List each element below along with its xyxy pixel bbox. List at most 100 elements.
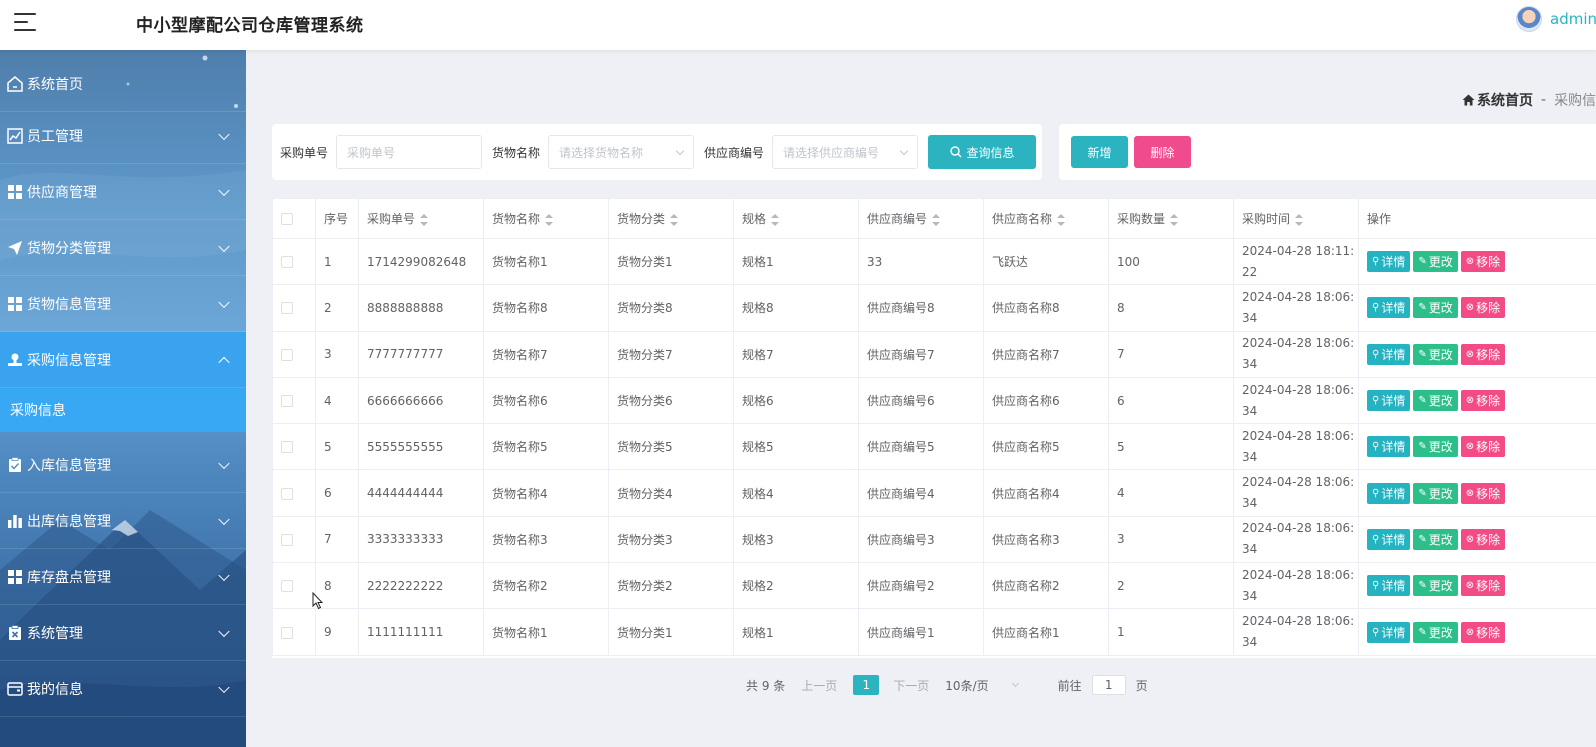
table-cell: 货物名称7 [483,330,609,378]
row-checkbox[interactable] [281,487,293,500]
remove-button[interactable]: ⊗ 移除 [1460,575,1506,597]
top-header: 中小型摩配公司仓库管理系统 admin [0,0,1596,50]
remove-button[interactable]: ⊗ 移除 [1460,482,1506,504]
remove-button[interactable]: ⊗ 移除 [1460,390,1506,412]
sidebar-item-my-info[interactable]: 我的信息 [0,661,246,717]
delete-button[interactable]: 删除 [1134,136,1191,168]
edit-button[interactable]: ✎ 更改 [1413,436,1458,458]
detail-button[interactable]: ⚲ 详情 [1367,436,1411,458]
table-cell: 100 [1108,237,1234,286]
add-button[interactable]: 新增 [1071,136,1128,168]
page-number-button[interactable]: 1 [853,675,880,695]
time-line: 22 [1242,264,1258,279]
sidebar-item-staff[interactable]: 员工管理 [0,108,246,164]
sidebar-item-label: 货物分类管理 [27,240,111,257]
sidebar-item-supplier[interactable]: 供应商管理 [0,164,246,220]
detail-button[interactable]: ⚲ 详情 [1367,621,1411,643]
table-row: 1 1714299082648 货物名称1 货物分类1 规格1 33 飞跃达 100 2024-… [272,237,1596,286]
remove-button[interactable]: ⊗ 移除 [1460,528,1506,550]
column-header[interactable]: 供应商名称 [983,198,1109,239]
sort-icon[interactable] [932,213,941,226]
row-checkbox[interactable] [281,533,293,546]
remove-button[interactable]: ⊗ 移除 [1460,297,1506,319]
row-checkbox[interactable] [281,348,293,361]
column-header-label: 货物名称 [492,212,541,226]
detail-label: 详情 [1381,532,1406,547]
edit-button[interactable]: ✎ 更改 [1413,528,1458,550]
row-select-cell [272,562,316,610]
detail-button[interactable]: ⚲ 详情 [1367,482,1411,504]
select-all-checkbox[interactable] [281,213,293,225]
avatar[interactable] [1516,6,1542,32]
sidebar-item-purchase[interactable]: 采购信息管理 [0,332,246,388]
sidebar-item-home[interactable]: 系统首页 [0,56,246,112]
query-button[interactable]: 查询信息 [928,135,1037,169]
sort-icon[interactable] [771,213,780,226]
prev-page-button[interactable]: 上一页 [801,677,837,694]
remove-circle-icon: ⊗ [1465,626,1475,638]
detail-button[interactable]: ⚲ 详情 [1367,343,1411,365]
column-header[interactable]: 规格 [733,198,859,239]
sidebar-item-inventory[interactable]: 库存盘点管理 [0,549,246,605]
column-header[interactable]: 采购时间 [1233,198,1359,239]
goto-page-input[interactable]: 1 [1091,675,1126,695]
sort-icon[interactable] [545,213,554,226]
detail-button[interactable]: ⚲ 详情 [1367,297,1411,319]
page-size-select[interactable]: 10条/页 [945,677,1019,694]
edit-button[interactable]: ✎ 更改 [1413,575,1458,597]
menu-toggle-icon[interactable] [14,11,36,33]
sort-icon[interactable] [1170,213,1179,226]
edit-button[interactable]: ✎ 更改 [1413,390,1458,412]
row-checkbox[interactable] [281,395,293,408]
row-checkbox[interactable] [281,256,293,269]
sort-icon[interactable] [1295,213,1304,226]
sidebar-item-outbound[interactable]: 出库信息管理 [0,493,246,549]
search-panel: 采购单号 采购单号 货物名称 请选择货物名称 供应商编号 请选择供应商编号 查询… [272,124,1042,180]
search-icon: ⚲ [1372,256,1380,268]
purchase-no-input[interactable]: 采购单号 [336,135,483,169]
edit-button[interactable]: ✎ 更改 [1413,297,1458,319]
remove-button[interactable]: ⊗ 移除 [1460,436,1506,458]
username[interactable]: admin [1550,10,1596,28]
sort-icon[interactable] [1057,213,1066,226]
edit-button[interactable]: ✎ 更改 [1413,621,1458,643]
column-header[interactable]: 采购单号 [358,198,484,239]
detail-button[interactable]: ⚲ 详情 [1367,390,1411,412]
detail-button[interactable]: ⚲ 详情 [1367,575,1411,597]
sidebar-item-inbound[interactable]: 入库信息管理 [0,437,246,493]
remove-button[interactable]: ⊗ 移除 [1460,251,1506,273]
row-checkbox[interactable] [281,580,293,593]
column-header[interactable]: 供应商编号 [858,198,984,239]
edit-button[interactable]: ✎ 更改 [1413,482,1458,504]
supplier-no-select[interactable]: 请选择供应商编号 [772,135,919,169]
detail-button[interactable]: ⚲ 详情 [1367,528,1411,550]
row-checkbox[interactable] [281,441,293,454]
sidebar-item-goods-info[interactable]: 货物信息管理 [0,276,246,332]
sort-icon[interactable] [670,213,679,226]
goods-name-select[interactable]: 请选择货物名称 [548,135,695,169]
column-header-label: 采购时间 [1242,212,1291,226]
breadcrumb-home[interactable]: 系统首页 [1462,90,1533,110]
sidebar-item-system[interactable]: 系统管理 [0,605,246,661]
edit-button[interactable]: ✎ 更改 [1413,251,1458,273]
remove-button[interactable]: ⊗ 移除 [1460,343,1506,365]
table-cell: 供应商名称5 [983,423,1109,471]
column-header[interactable]: 货物名称 [483,198,609,239]
sort-icon[interactable] [420,213,429,226]
row-checkbox[interactable] [281,302,293,315]
next-page-button[interactable]: 下一页 [893,677,929,694]
time-line: 34 [1242,635,1258,650]
user-menu[interactable]: admin [1516,6,1596,32]
row-checkbox[interactable] [281,626,293,639]
column-header[interactable]: 货物分类 [608,198,734,239]
submenu-item-purchase-info[interactable]: 采购信息 [0,388,246,432]
sidebar-item-goods-category[interactable]: 货物分类管理 [0,220,246,276]
chevron-down-icon [218,184,230,196]
column-header-label: 供应商名称 [992,212,1053,226]
detail-button[interactable]: ⚲ 详情 [1367,251,1411,273]
time-line: 2024-04-28 18:06: [1242,475,1355,490]
edit-button[interactable]: ✎ 更改 [1413,343,1458,365]
column-header[interactable]: 采购数量 [1108,198,1234,239]
remove-button[interactable]: ⊗ 移除 [1460,621,1506,643]
table-cell: 规格1 [733,608,859,656]
